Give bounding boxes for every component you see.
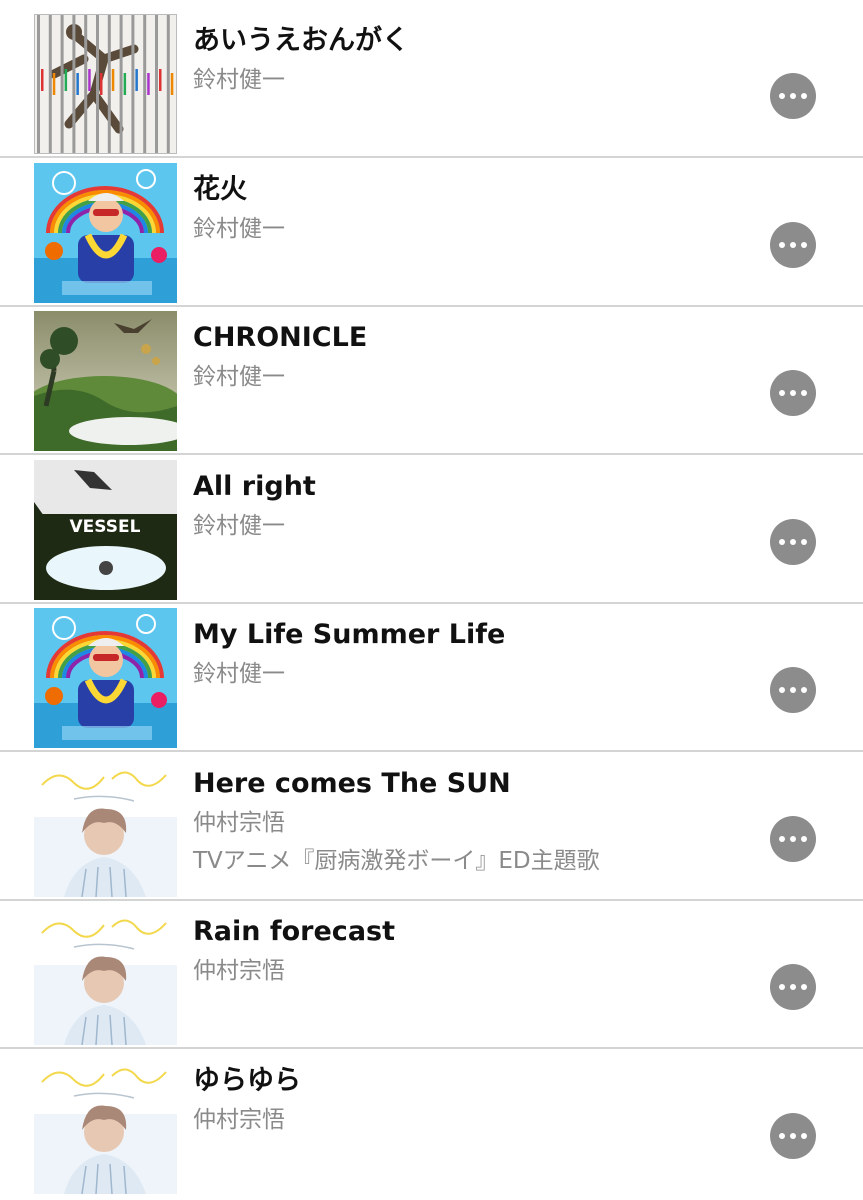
more-options-button[interactable] (770, 370, 816, 416)
more-horizontal-icon (777, 93, 810, 99)
song-title: All right (193, 471, 316, 502)
album-artwork (34, 311, 177, 451)
svg-text:VESSEL: VESSEL (70, 517, 141, 537)
song-row[interactable]: CHRONICLE 鈴村健一 (0, 308, 863, 456)
song-title: Here comes The SUN (193, 768, 511, 799)
song-row[interactable]: Here comes The SUN 仲村宗悟 TVアニメ『厨病激発ボーイ』ED… (0, 754, 863, 902)
more-horizontal-icon (777, 242, 810, 248)
more-horizontal-icon (777, 390, 810, 396)
song-artist: 鈴村健一 (193, 661, 285, 687)
song-artist: 鈴村健一 (193, 513, 285, 539)
album-artwork: VESSEL (34, 460, 177, 600)
more-horizontal-icon (777, 687, 810, 693)
song-row[interactable]: あいうえおんがく 鈴村健一 (0, 11, 863, 159)
more-options-button[interactable] (770, 816, 816, 862)
more-horizontal-icon (777, 836, 810, 842)
song-row[interactable]: VESSEL All right 鈴村健一 (0, 457, 863, 605)
album-artwork (34, 163, 177, 303)
song-artist: 鈴村健一 (193, 67, 285, 93)
more-options-button[interactable] (770, 964, 816, 1010)
more-options-button[interactable] (770, 667, 816, 713)
album-artwork (34, 757, 177, 897)
song-row[interactable]: 花火 鈴村健一 (0, 160, 863, 308)
song-artist: 仲村宗悟 (193, 1107, 285, 1133)
more-options-button[interactable] (770, 222, 816, 268)
more-horizontal-icon (777, 984, 810, 990)
song-row[interactable]: ゆらゆら 仲村宗悟 (0, 1051, 863, 1199)
song-row[interactable]: Rain forecast 仲村宗悟 (0, 902, 863, 1050)
song-title: 花火 (193, 174, 247, 205)
album-artwork (34, 1054, 177, 1194)
more-horizontal-icon (777, 539, 810, 545)
song-artist: 仲村宗悟 (193, 958, 285, 984)
song-title: あいうえおんがく (193, 25, 409, 56)
song-title: ゆらゆら (193, 1065, 301, 1096)
album-artwork (34, 14, 177, 154)
more-options-button[interactable] (770, 73, 816, 119)
song-row[interactable]: My Life Summer Life 鈴村健一 (0, 605, 863, 753)
album-artwork (34, 608, 177, 748)
song-list: あいうえおんがく 鈴村健一 花火 鈴村健一 CHRONICLE 鈴村健一 VES… (0, 0, 863, 1200)
song-title: CHRONICLE (193, 322, 368, 353)
more-options-button[interactable] (770, 1113, 816, 1159)
song-title: Rain forecast (193, 916, 396, 947)
more-options-button[interactable] (770, 519, 816, 565)
song-title: My Life Summer Life (193, 619, 506, 650)
song-artist: 鈴村健一 (193, 216, 285, 242)
song-artist: 仲村宗悟 (193, 810, 285, 836)
more-horizontal-icon (777, 1133, 810, 1139)
song-note: TVアニメ『厨病激発ボーイ』ED主題歌 (193, 848, 600, 874)
album-artwork (34, 905, 177, 1045)
song-artist: 鈴村健一 (193, 364, 285, 390)
